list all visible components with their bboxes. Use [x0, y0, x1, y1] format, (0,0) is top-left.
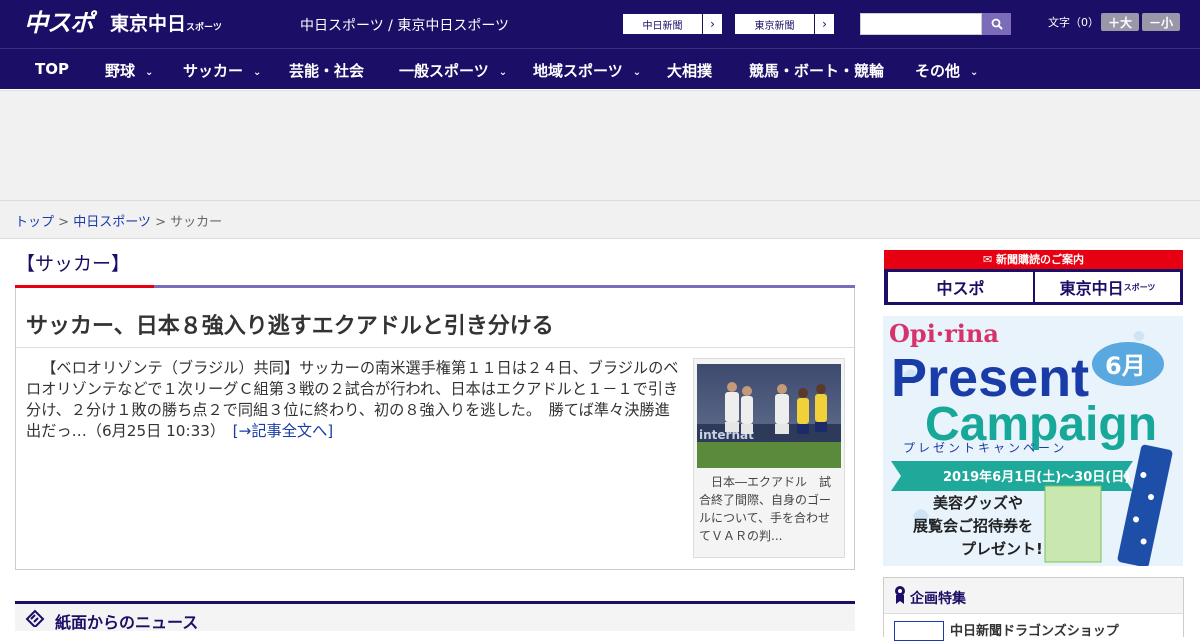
tokyo-shimbun-label: 東京新聞: [754, 20, 795, 32]
nav-item-sumo[interactable]: 大相撲: [667, 60, 712, 81]
article-photo-box: internat 日本―エクアドル 試合終了間際、自身のゴールについて、手を合わ…: [693, 358, 845, 558]
search-icon: [991, 18, 1003, 30]
nav-item-regional-sports[interactable]: 地域スポーツ ⌄: [533, 60, 641, 81]
feature-heading: 企画特集: [910, 591, 966, 607]
font-larger-button[interactable]: ＋大: [1101, 13, 1139, 31]
site-tagline: 中日スポーツ / 東京中日スポーツ: [300, 18, 510, 34]
article-summary: 【ベロオリゾンテ（ブラジル）共同】サッカーの南米選手権第１１日は２４日、ブラジル…: [26, 358, 684, 442]
chevron-right-icon: ›: [814, 14, 834, 34]
breadcrumb-separator: >: [54, 215, 74, 230]
chevron-down-icon: ⌄: [253, 67, 262, 78]
banner-promo3: プレゼント!: [961, 540, 1043, 558]
chunichi-shimbun-button[interactable]: 中日新聞 ›: [622, 13, 723, 35]
nav-label: 野球: [105, 62, 136, 80]
chevron-down-icon: ⌄: [970, 67, 979, 78]
nav-item-baseball[interactable]: 野球 ⌄: [105, 60, 153, 81]
tokyo-logo-sub: スポーツ: [186, 23, 222, 33]
nav-label: 地域スポーツ: [533, 62, 623, 80]
subscribe-chunichi-sports[interactable]: 中スポ: [888, 272, 1033, 302]
chevron-down-icon: ⌄: [498, 67, 508, 78]
feature-thumbnail: [894, 621, 944, 641]
breadcrumb-link-chunichi[interactable]: 中日スポーツ: [73, 215, 151, 230]
article-photo[interactable]: internat: [697, 364, 841, 468]
read-more-link[interactable]: [→記事全文へ]: [233, 422, 334, 440]
nav-label: 競馬・ボート・競輪: [749, 62, 885, 80]
breadcrumb: トップ > 中日スポーツ > サッカー: [0, 200, 1200, 239]
feature-section: 企画特集 中日新聞ドラゴンズショップ: [883, 577, 1184, 643]
newspaper-news-section: 紙面からのニュース: [15, 601, 855, 632]
nav-label: TOP: [35, 60, 69, 78]
chunichi-shimbun-label: 中日新聞: [642, 20, 683, 32]
banner-promo1: 美容グッズや: [933, 494, 1023, 512]
nav-item-top[interactable]: TOP: [35, 60, 69, 78]
nav-item-general-sports[interactable]: 一般スポーツ ⌄: [399, 60, 507, 81]
article-card: サッカー、日本８強入り逃すエクアドルと引き分ける 【ベロオリゾンテ（ブラジル）共…: [15, 288, 855, 570]
banner-brand: Opi·rina: [889, 319, 999, 348]
photo-caption: 日本―エクアドル 試合終了間際、自身のゴールについて、手を合わせてＶＡＲの判..…: [699, 475, 832, 543]
chevron-down-icon: ⌄: [145, 67, 154, 78]
nav-label: その他: [915, 62, 961, 80]
nav-label: 一般スポーツ: [399, 62, 489, 80]
newspaper-icon: [25, 609, 45, 627]
breadcrumb-current: サッカー: [170, 215, 223, 230]
nav-label: 大相撲: [667, 62, 713, 80]
font-smaller-button[interactable]: －小: [1142, 13, 1180, 31]
main-nav: TOP 野球 ⌄ サッカー ⌄ 芸能・社会 一般スポーツ ⌄ 地域スポーツ ⌄ 大相撲 …: [0, 48, 1200, 89]
search-input[interactable]: [860, 13, 982, 35]
subscription-header-text: 新聞購読のご案内: [996, 253, 1085, 266]
subscribe-tokyo-chunichi[interactable]: 東京中日 スポーツ: [1035, 272, 1180, 302]
nav-item-entertainment[interactable]: 芸能・社会: [289, 60, 364, 81]
breadcrumb-link-top[interactable]: トップ: [15, 215, 54, 230]
feature-item[interactable]: 中日新聞ドラゴンズショップ: [884, 613, 1183, 643]
subscription-header: ✉ 新聞購読のご案内: [884, 250, 1183, 269]
ad-placeholder: [0, 90, 1200, 200]
subscribe-tokyo-sub: スポーツ: [1123, 282, 1156, 292]
font-size-label: 文字（0）: [1048, 16, 1099, 29]
banner-kana: プレゼントキャンペーン: [903, 441, 1067, 455]
banner-month: 6月: [1105, 352, 1146, 380]
newspaper-news-heading: 紙面からのニュース: [55, 613, 199, 632]
subscription-box: ✉ 新聞購読のご案内 中スポ 東京中日 スポーツ: [884, 250, 1183, 305]
category-heading: 【サッカー】: [16, 253, 131, 275]
chevron-right-icon: ›: [702, 14, 722, 34]
breadcrumb-separator: >: [150, 215, 171, 230]
search-button[interactable]: [982, 13, 1011, 35]
tokyo-shimbun-button[interactable]: 東京新聞 ›: [734, 13, 835, 35]
article-body-text: 【ベロオリゾンテ（ブラジル）共同】サッカーの南米選手権第１１日は２４日、ブラジル…: [26, 359, 679, 440]
newspaper-icon: ✉: [982, 253, 997, 266]
site-header: 中スポ 東京中日スポーツ 中日スポーツ / 東京中日スポーツ 中日新聞 › 東京新…: [0, 0, 1200, 48]
article-divider: [16, 347, 854, 348]
ad-banner-opirina[interactable]: Opi·rina Present Campaign 6月 プレゼントキャンペーン…: [883, 316, 1183, 566]
subscribe-tokyo-text: 東京中日: [1059, 279, 1124, 298]
banner-promo2: 展覧会ご招待券を: [913, 517, 1033, 535]
nav-item-other[interactable]: その他 ⌄: [915, 60, 978, 81]
chunichi-sports-logo[interactable]: 中スポ: [24, 9, 94, 37]
banner-dates: 2019年6月1日(土)〜30日(日): [943, 469, 1130, 485]
nav-label: 芸能・社会: [289, 62, 365, 80]
ribbon-icon: [895, 586, 905, 604]
article-title[interactable]: サッカー、日本８強入り逃すエクアドルと引き分ける: [26, 308, 554, 340]
tokyo-logo-text: 東京中日: [110, 13, 187, 35]
chevron-down-icon: ⌄: [632, 67, 642, 78]
nav-item-racing[interactable]: 競馬・ボート・競輪: [749, 60, 884, 81]
nav-label: サッカー: [183, 62, 244, 80]
tokyo-chunichi-logo[interactable]: 東京中日スポーツ: [110, 12, 222, 40]
nav-item-soccer[interactable]: サッカー ⌄: [183, 60, 261, 81]
